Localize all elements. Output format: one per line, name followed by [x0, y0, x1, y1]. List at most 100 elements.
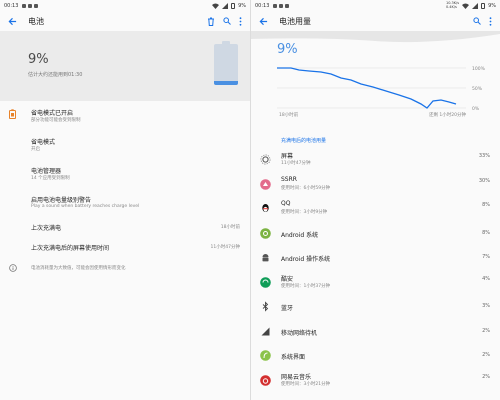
- battery-usage-screen: 00:13 10.3K/s 0.4K/s 9% 电池用量 9% 100% 50%…: [251, 0, 500, 400]
- app-name: 系统界面: [281, 354, 306, 361]
- qq-penguin-icon: [260, 203, 271, 214]
- status-right: 10.3K/s 0.4K/s 9%: [445, 1, 496, 9]
- y-label-0: 0%: [472, 106, 480, 112]
- back-button[interactable]: [6, 15, 18, 27]
- notification-icons: [22, 3, 39, 8]
- app-usage-item[interactable]: QQ 使用时间：3小时9分钟 8%: [251, 197, 500, 221]
- row-value: 18小时前: [220, 225, 240, 230]
- app-usage-item[interactable]: 网易云音乐 使用时间：3小时21分钟 2%: [251, 369, 500, 393]
- coolapk-icon: [260, 276, 271, 288]
- app-usage-percent: 4%: [482, 275, 490, 282]
- battery-status-icon: [481, 2, 486, 9]
- more-vert-icon: [239, 16, 242, 26]
- arrow-back-icon: [259, 17, 267, 25]
- app-name: 移动网络待机: [281, 329, 318, 337]
- app-bar: 电池用量: [251, 11, 500, 31]
- app-usage-time: 使用时间：3小时9分钟: [281, 210, 328, 215]
- signal-icon: [222, 2, 229, 9]
- app-usage-item[interactable]: Android 系统 8%: [251, 222, 500, 246]
- app-name: Android 操作系统: [281, 256, 331, 263]
- ssrr-icon: [260, 178, 271, 190]
- app-usage-percent: 7%: [482, 254, 490, 260]
- search-button[interactable]: [473, 17, 481, 25]
- wifi-icon: [212, 3, 220, 9]
- app-name: Android 系统: [281, 231, 319, 239]
- battery-saver-icon: [9, 109, 16, 119]
- app-usage-time: 使用时间：1小时37分钟: [281, 283, 331, 289]
- battery-summary: 9% 估计大约还能用到01:30: [0, 31, 250, 101]
- back-button[interactable]: [257, 15, 269, 27]
- status-bar: 00:13 10.3K/s 0.4K/s 9%: [251, 0, 500, 11]
- note-text: 电池消耗量为大致值，可能会因使用情形而变化: [31, 266, 126, 271]
- row-title: 上次充满电后的屏幕使用时间: [31, 245, 110, 252]
- search-icon: [223, 17, 231, 25]
- section-header: 充满电后的电池用量: [281, 138, 327, 144]
- battery-level-text: 9%: [277, 42, 298, 57]
- app-usage-percent: 33%: [478, 153, 490, 159]
- row-subtitle: 部分功能可能会受到限制: [31, 118, 81, 123]
- info-note: 电池消耗量为大致值，可能会因使用情形而变化: [0, 260, 250, 276]
- battery-estimate: 估计大约还能用到01:30: [28, 72, 83, 78]
- app-name: 屏幕: [281, 153, 294, 160]
- app-usage-item[interactable]: Android 操作系统 7%: [251, 246, 500, 270]
- row-value: 11小时47分钟: [210, 245, 240, 250]
- battery-manager-row[interactable]: 电池管理器 14 个应用受到限制: [0, 162, 250, 184]
- battery-status-icon: [231, 2, 236, 9]
- app-usage-item[interactable]: 屏幕 11小时47分钟 33%: [251, 148, 500, 172]
- battery-warning-row[interactable]: 启用电池电量级别警告 Play a sound when battery rea…: [0, 191, 250, 213]
- status-right: 9%: [212, 2, 246, 9]
- app-usage-percent: 2%: [482, 373, 490, 380]
- y-label-50: 50%: [472, 86, 483, 92]
- battery-history-chart: 100% 50% 0% 18小时前 还剩 1小时20分钟: [251, 58, 500, 118]
- netease-music-icon: [260, 374, 271, 386]
- app-usage-item[interactable]: 酷安 使用时间：1小时37分钟 4%: [251, 271, 500, 295]
- page-title: 电池用量: [279, 16, 311, 26]
- wifi-icon: [462, 3, 470, 9]
- delete-button[interactable]: [207, 17, 215, 26]
- header-divider: [251, 31, 500, 43]
- android-os-icon: [260, 252, 271, 263]
- row-subtitle: 开启: [31, 147, 40, 152]
- app-usage-time: 使用时间：3小时21分钟: [281, 381, 331, 387]
- battery-saver-on-row[interactable]: 省电模式已开启 部分功能可能会受到限制: [0, 104, 250, 126]
- app-usage-item[interactable]: 移动网络待机 2%: [251, 320, 500, 344]
- app-name: 蓝牙: [281, 305, 294, 312]
- speed-down: 0.4K/s: [445, 4, 457, 9]
- app-bar: 电池: [0, 11, 250, 31]
- app-usage-percent: 8%: [482, 202, 490, 208]
- app-usage-percent: 2%: [482, 352, 490, 358]
- android-system-icon: [260, 227, 271, 239]
- battery-percent: 9%: [488, 2, 496, 9]
- status-time: 00:13: [4, 2, 19, 9]
- row-subtitle: 14 个应用受到限制: [31, 176, 70, 181]
- app-usage-item[interactable]: 系统界面 2%: [251, 344, 500, 368]
- battery-large-icon: [214, 41, 238, 85]
- app-usage-time: 11小时47分钟: [281, 161, 311, 166]
- battery-screen: 00:13 9% 电池 9% 估计大约还能用到01:30 省电模式已开启 部分功…: [0, 0, 250, 400]
- app-usage-item[interactable]: SSRR 使用时间：6小时59分钟 30%: [251, 173, 500, 197]
- more-vert-icon: [489, 16, 492, 26]
- more-options-button[interactable]: [489, 16, 492, 26]
- status-bar: 00:13 9%: [0, 0, 250, 11]
- app-name: 酷安: [281, 275, 294, 283]
- trash-icon: [208, 17, 214, 26]
- row-title: 省电模式已开启: [31, 110, 74, 117]
- app-usage-item[interactable]: 蓝牙 3%: [251, 295, 500, 319]
- app-usage-percent: 2%: [482, 327, 490, 334]
- arrow-back-icon: [8, 17, 16, 25]
- system-ui-icon: [260, 350, 271, 361]
- search-button[interactable]: [223, 17, 231, 25]
- brightness-icon: [260, 154, 271, 165]
- x-label-end: 还剩 1小时20分钟: [429, 111, 467, 118]
- battery-percent: 9%: [238, 2, 246, 9]
- app-usage-time: 使用时间：6小时59分钟: [281, 185, 331, 191]
- search-icon: [473, 17, 481, 25]
- more-options-button[interactable]: [239, 16, 242, 26]
- app-usage-percent: 3%: [482, 303, 490, 309]
- x-label-start: 18小时前: [279, 111, 299, 118]
- row-title: 启用电池电量级别警告: [31, 197, 92, 204]
- signal-icon: [472, 2, 479, 9]
- page-title: 电池: [28, 16, 44, 26]
- info-icon: [9, 264, 17, 272]
- battery-saver-row[interactable]: 省电模式 开启: [0, 133, 250, 155]
